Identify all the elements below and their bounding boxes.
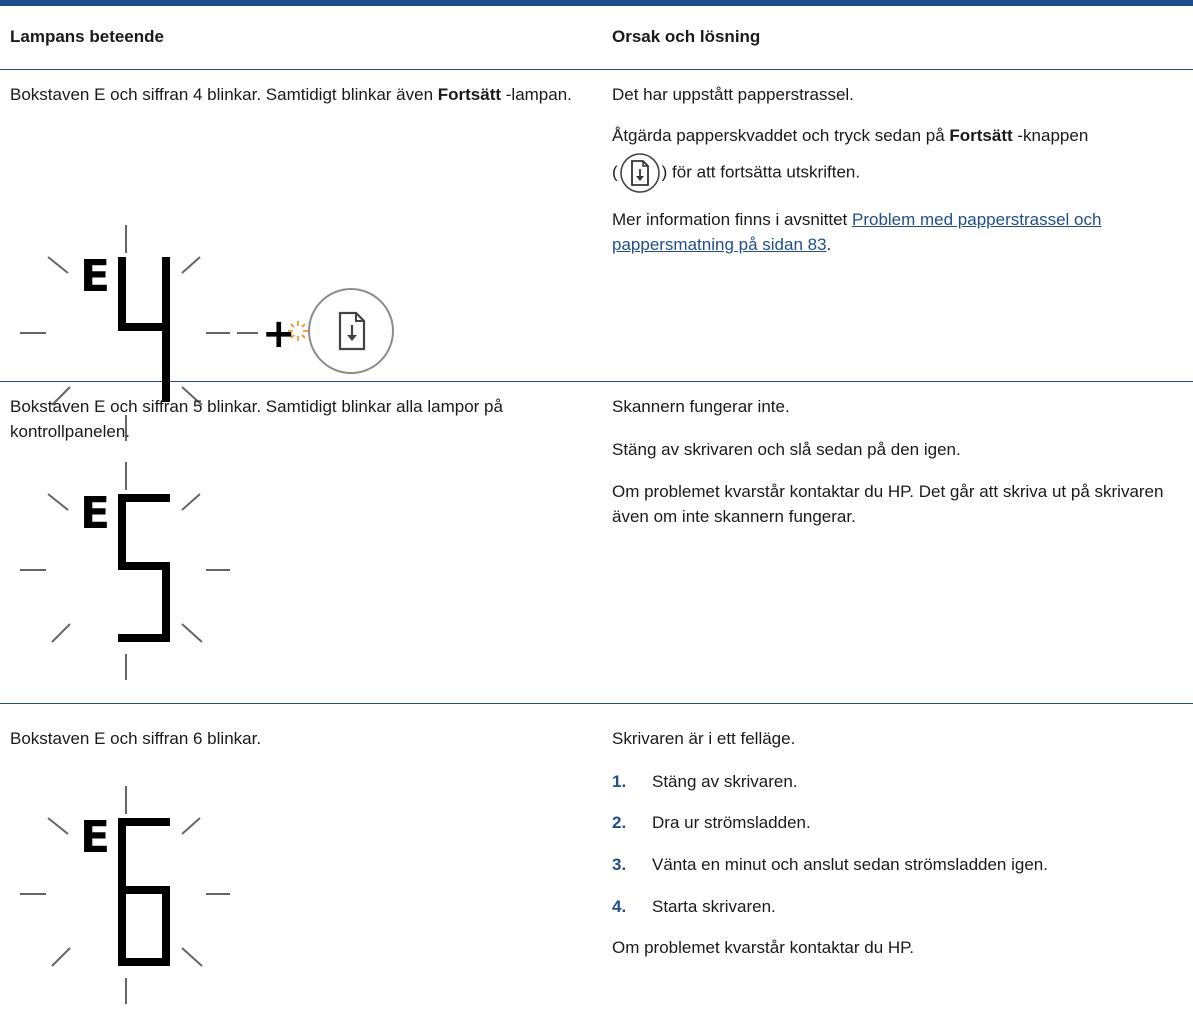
display-plus: + xyxy=(262,311,296,357)
header-behavior: Lampans beteende xyxy=(10,27,164,47)
table-header: Lampans beteende Orsak och lösning xyxy=(0,6,1193,70)
list-item: 3. Vänta en minut och anslut sedan ströms… xyxy=(612,854,1048,874)
behavior-text: Bokstaven E och siffran 5 blinkar. Samti… xyxy=(10,397,503,441)
cause-text: Skannern fungerar inte. xyxy=(612,397,790,416)
e5-blinking-display-icon: E xyxy=(20,462,230,680)
table-row: Bokstaven E och siffran 5 blinkar. Samti… xyxy=(0,382,1193,704)
blink-icon xyxy=(288,321,308,341)
behavior-text: Bokstaven E och siffran 6 blinkar. xyxy=(10,729,262,748)
solution-step: Stäng av skrivaren och slå sedan på den … xyxy=(612,439,961,459)
solution-step: Om problemet kvarstår kontaktar du HP. D… xyxy=(612,482,1164,526)
header-cause: Orsak och lösning xyxy=(612,27,761,47)
behavior-text: Bokstaven E och siffran 4 blinkar. Samti… xyxy=(10,85,572,104)
display-letter: E xyxy=(80,251,110,302)
fix-text: Åtgärda papperskvaddet och tryck sedan p… xyxy=(612,125,1089,145)
solution-steps: 1. Stäng av skrivaren. 2. Dra ur strömslad… xyxy=(612,770,1187,920)
display-letter: E xyxy=(80,812,110,863)
list-item: 2. Dra ur strömsladden. xyxy=(612,813,811,833)
fix-text-line2: ( ) för att fortsätta utskriften. xyxy=(612,152,1187,194)
footer-text: Om problemet kvarstår kontaktar du HP. xyxy=(612,938,915,958)
table-row: Bokstaven E och siffran 6 blinkar. E Skr… xyxy=(0,704,1193,1010)
table-row: Bokstaven E och siffran 4 blinkar. Samti… xyxy=(0,70,1193,441)
list-item: 4. Starta skrivaren. xyxy=(612,896,776,916)
cause-text: Skrivaren är i ett felläge. xyxy=(612,729,796,748)
list-item: 1. Stäng av skrivaren. xyxy=(612,771,798,791)
e6-blinking-display-icon: E xyxy=(20,786,230,1004)
cause-text: Det har uppstått papperstrassel. xyxy=(612,85,854,104)
light-behavior-table: Lampans beteende Orsak och lösning Bokst… xyxy=(0,6,1193,1010)
resume-button-icon xyxy=(619,153,660,194)
more-info-text: Mer information finns i avsnittet Proble… xyxy=(612,210,1102,254)
display-letter: E xyxy=(80,488,110,539)
